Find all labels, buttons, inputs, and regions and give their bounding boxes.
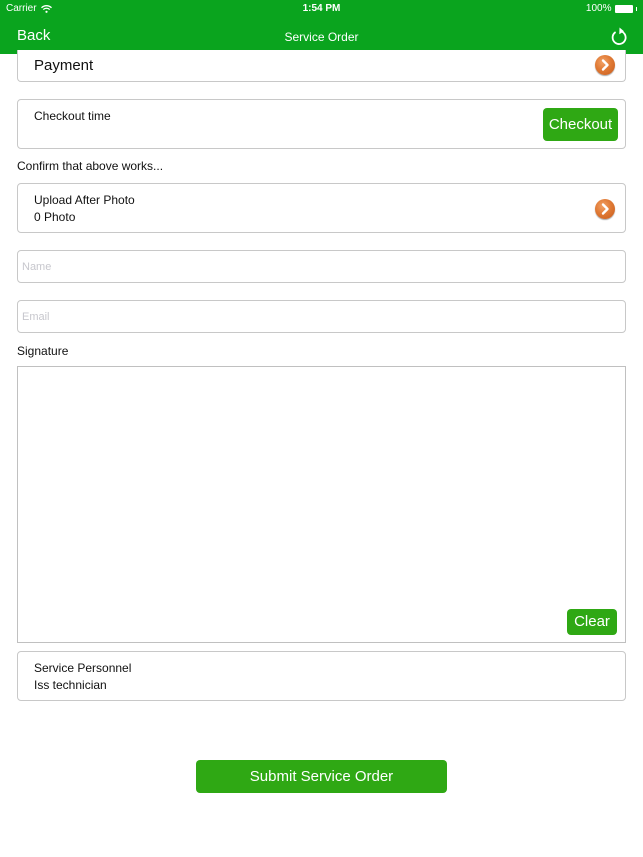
battery-tip — [635, 6, 637, 11]
upload-after-photo-row[interactable]: Upload After Photo 0 Photo — [17, 183, 626, 233]
service-personnel-row: Service Personnel Iss technician — [17, 651, 626, 701]
checkout-row: Checkout time Checkout — [17, 99, 626, 149]
service-personnel-label: Service Personnel — [34, 661, 132, 675]
email-input[interactable] — [17, 300, 626, 333]
payment-row[interactable]: Payment — [17, 50, 626, 82]
clock: 1:54 PM — [302, 3, 341, 14]
chevron-right-circle-icon[interactable] — [595, 199, 615, 219]
photo-count: 0 Photo — [34, 210, 76, 224]
checkout-button[interactable]: Checkout — [543, 108, 618, 141]
chevron-right-circle-icon[interactable] — [595, 55, 615, 75]
battery-percent: 100% — [585, 3, 612, 14]
checkout-time-label: Checkout time — [34, 109, 111, 123]
clear-signature-button[interactable]: Clear — [567, 609, 617, 635]
upload-title: Upload After Photo — [34, 193, 135, 207]
status-bar: Carrier 1:54 PM 100% — [0, 0, 643, 18]
signature-pad[interactable]: Clear — [17, 366, 626, 643]
signature-label: Signature — [17, 344, 69, 358]
top-bar: Carrier 1:54 PM 100% Back Service Order — [0, 0, 643, 54]
confirm-instruction: Confirm that above works... — [17, 159, 164, 173]
navigation-bar: Back Service Order — [0, 18, 643, 54]
name-input[interactable] — [17, 250, 626, 283]
submit-service-order-button[interactable]: Submit Service Order — [196, 760, 447, 793]
page-title: Service Order — [284, 30, 359, 44]
battery-indicator: 100% — [586, 3, 637, 14]
service-personnel-value: Iss technician — [34, 678, 107, 692]
refresh-icon[interactable] — [609, 25, 629, 47]
battery-icon — [614, 4, 633, 13]
payment-label: Payment — [34, 57, 94, 74]
